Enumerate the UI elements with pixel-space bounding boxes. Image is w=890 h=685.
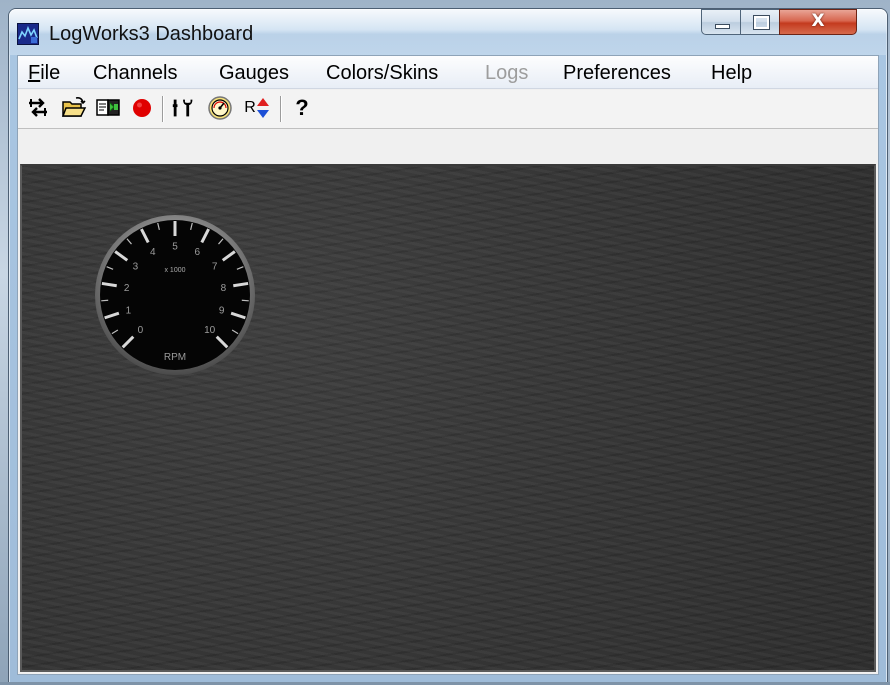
client-area: File Channels Gauges Colors/Skins Logs P…	[17, 55, 879, 675]
gauge-scale-label: 8	[221, 283, 227, 294]
tools-button[interactable]	[170, 94, 198, 122]
menu-colors-skins[interactable]: Colors/Skins	[326, 62, 438, 85]
gauge-icon	[208, 96, 232, 120]
maximize-button[interactable]	[740, 9, 780, 35]
dashboard-canvas[interactable]: 0 1 2 3 4 5 6 7 8 9 10 x 1000 RPM	[20, 164, 876, 672]
record-icon	[133, 99, 151, 117]
channels-arrows-icon	[29, 98, 47, 117]
gauge-scale-label: 5	[172, 242, 178, 253]
gauge-scale-label: 9	[219, 306, 225, 317]
menu-bar: File Channels Gauges Colors/Skins Logs P…	[18, 56, 878, 89]
gauge-scale-label: 2	[124, 283, 130, 294]
minimize-button[interactable]	[701, 9, 741, 35]
gauge-scale-label: 1	[126, 306, 132, 317]
toolbar-separator-2	[280, 96, 282, 122]
rpm-gauge[interactable]: 0 1 2 3 4 5 6 7 8 9 10 x 1000 RPM	[90, 210, 260, 380]
gauge-button[interactable]	[206, 94, 234, 122]
gauge-scale-label: 7	[212, 262, 218, 273]
gauge-unit: RPM	[164, 352, 186, 363]
reset-button[interactable]: R	[240, 94, 274, 122]
minimize-icon	[715, 24, 730, 29]
menu-file-mnemonic: F	[28, 62, 41, 84]
channels-button[interactable]	[24, 94, 52, 122]
toolbar-separator	[162, 96, 164, 122]
close-button[interactable]: X	[779, 9, 857, 35]
help-icon: ?	[295, 95, 309, 120]
reset-label: R	[244, 99, 256, 116]
menu-file[interactable]: File	[28, 62, 60, 85]
maximize-icon	[753, 15, 770, 30]
record-button[interactable]	[128, 94, 156, 122]
gauge-scale-label: 3	[133, 262, 139, 273]
menu-file-rest: ile	[40, 62, 61, 84]
menu-preferences[interactable]: Preferences	[563, 62, 671, 85]
gauge-scale-label: 4	[150, 247, 156, 258]
close-icon: X	[811, 11, 825, 31]
gauge-scale-label: 6	[194, 247, 200, 258]
gauge-multiplier: x 1000	[164, 267, 185, 274]
export-icon	[96, 99, 120, 116]
toolbar: R ?	[18, 90, 878, 129]
gauge-scale-label: 10	[204, 325, 216, 336]
tools-icon	[172, 99, 193, 117]
menu-logs: Logs	[485, 62, 529, 84]
menu-help[interactable]: Help	[711, 62, 752, 85]
menu-gauges[interactable]: Gauges	[219, 62, 289, 85]
menu-channels[interactable]: Channels	[93, 62, 178, 85]
gauge-minor-tick	[241, 299, 249, 302]
gauge-minor-tick	[101, 299, 109, 302]
reset-icon: R	[244, 97, 270, 119]
open-button[interactable]	[60, 94, 88, 122]
export-button[interactable]	[94, 94, 122, 122]
title-bar[interactable]: LogWorks3 Dashboard X	[9, 9, 887, 55]
window-title: LogWorks3 Dashboard	[49, 23, 254, 45]
open-folder-icon	[61, 97, 87, 117]
app-window: LogWorks3 Dashboard X File Channels Gaug…	[8, 8, 888, 684]
logworks-chart-icon[interactable]	[17, 23, 39, 45]
help-button[interactable]: ?	[288, 94, 316, 122]
